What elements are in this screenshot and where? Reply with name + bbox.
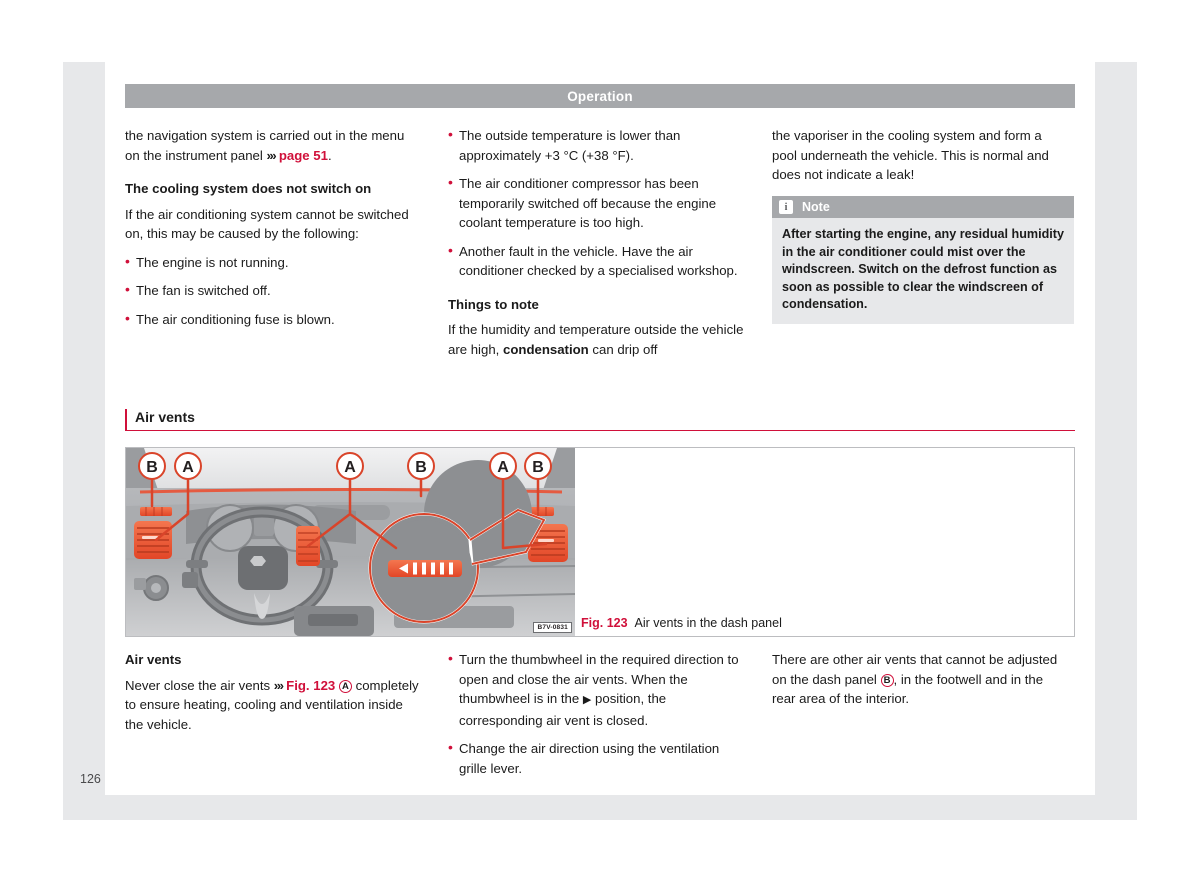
callout-B-2: B [407,452,435,480]
figure-container: B A A B A B B7V-0831 Fig. 123 Air vents … [125,447,1075,637]
intro-period: . [327,147,332,163]
column-two: The outside temperature is lower than ap… [448,125,744,368]
intro-paragraph: the navigation system is carried out in … [125,126,421,165]
list-item: The fan is switched off. [125,280,421,301]
air-vents-text-a: Never close the air vents [125,677,274,693]
running-header-title: Operation [567,88,633,104]
cooling-system-paragraph: If the air conditioning system cannot be… [125,206,409,242]
other-vents-paragraph: There are other air vents that cannot be… [772,650,1068,709]
info-icon: i [779,200,793,214]
list-item: Turn the thumbwheel in the required dire… [448,649,744,730]
svg-text:A: A [344,459,356,476]
condensation-text-b: can drip off [588,341,658,357]
list-item: The engine is not running. [125,252,421,273]
chevron-ref-icon: ››› [273,677,284,693]
figure-caption-text: Air vents in the dash panel [634,616,782,630]
callout-B-3: B [524,452,552,480]
page-number: 126 [80,772,101,786]
callout-A-1: A [174,452,202,480]
list-item: Another fault in the vehicle. Have the a… [448,241,744,281]
section-divider [125,430,1075,432]
column-three: the vaporiser in the cooling system and … [772,126,1068,194]
running-header: Operation [125,84,1075,108]
cooling-system-heading: The cooling system does not switch on [125,181,372,196]
figure-caption: Fig. 123 Air vents in the dash panel [581,616,782,630]
chevron-ref-icon: ››› [266,147,277,163]
note-body: After starting the engine, any residual … [782,227,1065,311]
page-reference-link[interactable]: page 51 [279,148,328,163]
intro-line-a: the navigation system is carried out in … [125,128,368,143]
callout-A-3: A [489,452,517,480]
air-vents-subheading: Air vents [125,652,182,667]
svg-text:A: A [497,459,509,476]
bottom-column-two: Turn the thumbwheel in the required dire… [448,649,744,787]
column-one: the navigation system is carried out in … [125,126,421,338]
air-vents-paragraph: Never close the air vents ››› Fig. 123 A… [125,676,421,735]
image-code-label: B7V-0831 [533,622,572,633]
page-title: Air vents [125,409,1075,430]
note-header: i Note [772,196,1074,218]
list-item: The air conditioner compressor has been … [448,173,744,233]
condensation-keyword: condensation [503,341,589,357]
dash-panel-svg: B A A B A B [126,448,575,636]
figure-reference-link[interactable]: Fig. 123 [286,678,335,693]
condensation-paragraph: If the humidity and temperature outside … [448,320,744,359]
vent-A-left [134,521,172,559]
section-heading-block: Air vents [125,409,1075,432]
svg-text:B: B [146,459,158,476]
vaporiser-paragraph: the vaporiser in the cooling system and … [772,128,1049,182]
dash-panel-illustration: B A A B A B B7V-0831 [126,448,575,636]
callout-letter-a: A [338,679,352,693]
figure-number: Fig. 123 [581,616,628,630]
svg-text:B: B [532,459,544,476]
list-item: The outside temperature is lower than ap… [448,125,744,165]
bottom-column-three: There are other air vents that cannot be… [772,650,1068,718]
callout-B-1: B [138,452,166,480]
list-item: Change the air direction using the venti… [448,738,744,778]
vent-B-left [140,507,172,516]
note-title: Note [802,200,830,214]
svg-text:B: B [415,459,427,476]
callout-letter-b: B [880,673,894,687]
things-to-note-heading: Things to note [448,296,539,312]
callout-A-2: A [336,452,364,480]
svg-text:A: A [182,459,194,476]
bottom-column-one: Air vents Never close the air vents ››› … [125,650,421,743]
list-item: The air conditioning fuse is blown. [125,309,421,330]
note-box: i Note After starting the engine, any re… [772,196,1074,324]
